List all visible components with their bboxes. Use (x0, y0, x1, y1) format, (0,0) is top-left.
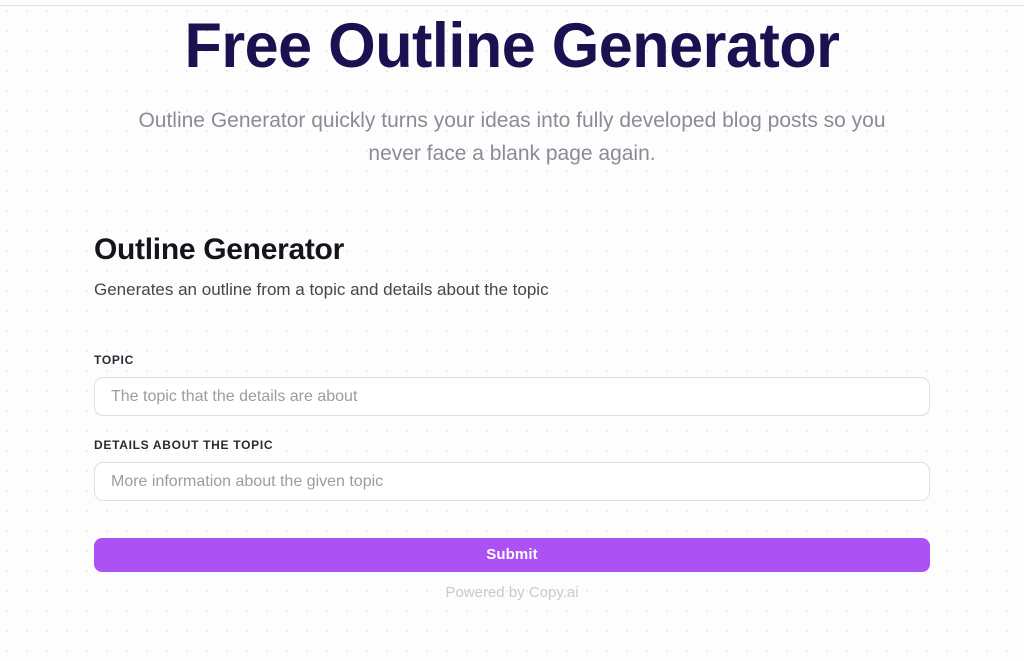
page-subtitle: Outline Generator quickly turns your ide… (138, 109, 886, 165)
form-description: Generates an outline from a topic and de… (94, 280, 549, 299)
field-topic: TOPIC (94, 351, 930, 416)
page-title: Free Outline Generator (184, 11, 840, 81)
page-root: Free Outline Generator Outline Generator… (0, 0, 1024, 661)
details-input[interactable] (94, 462, 930, 501)
generator-form: Outline Generator Generates an outline f… (94, 170, 930, 603)
topic-input[interactable] (94, 377, 930, 416)
top-divider (0, 5, 1024, 6)
label-topic: TOPIC (94, 353, 134, 367)
field-details: DETAILS ABOUT THE TOPIC (94, 436, 930, 501)
powered-by-label: Powered by Copy.ai (445, 584, 579, 601)
submit-button[interactable]: Submit (94, 538, 930, 572)
hero-section: Free Outline Generator Outline Generator… (0, 8, 1024, 170)
label-details: DETAILS ABOUT THE TOPIC (94, 438, 274, 452)
form-heading: Outline Generator (94, 233, 344, 266)
